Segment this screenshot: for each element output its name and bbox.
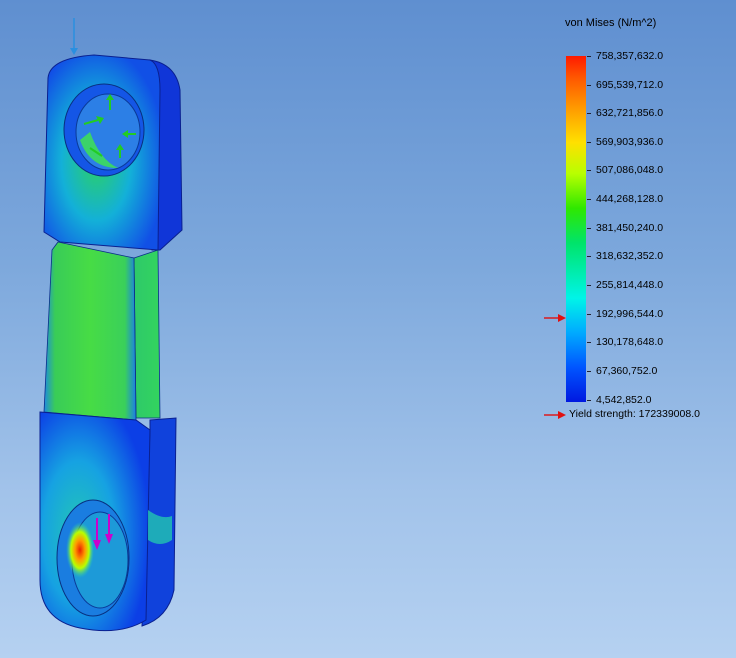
legend-tick [587, 85, 591, 86]
legend-value: 569,903,936.0 [596, 136, 664, 148]
legend-value: 318,632,352.0 [596, 250, 664, 262]
legend-tick [587, 371, 591, 372]
legend-value-max: 758,357,632.0 [596, 50, 664, 62]
legend-title: von Mises (N/m^2) [565, 17, 657, 29]
legend-tick [587, 228, 591, 229]
legend-tick [587, 285, 591, 286]
stress-legend[interactable]: von Mises (N/m^2) 758,357,632.0 695,539,… [540, 10, 730, 430]
legend-tick [587, 314, 591, 315]
legend-value: 381,450,240.0 [596, 222, 664, 234]
legend-value: 130,178,648.0 [596, 336, 664, 348]
legend-tick [587, 113, 591, 114]
legend-tick [587, 170, 591, 171]
yield-strength-label: Yield strength: 172339008.0 [569, 408, 700, 420]
legend-value-min: 4,542,852.0 [596, 394, 652, 406]
legend-value: 507,086,048.0 [596, 164, 664, 176]
legend-tick [587, 400, 591, 401]
legend-tick [587, 256, 591, 257]
legend-value: 255,814,448.0 [596, 279, 664, 291]
yield-strength-row: Yield strength: 172339008.0 [544, 408, 734, 422]
legend-colorbar [566, 56, 586, 402]
legend-value: 695,539,712.0 [596, 79, 664, 91]
legend-value: 192,996,544.0 [596, 308, 664, 320]
legend-tick [587, 199, 591, 200]
rod-shaft [43, 241, 161, 421]
legend-value: 67,360,752.0 [596, 365, 658, 377]
legend-value: 632,721,856.0 [596, 107, 664, 119]
legend-tick [587, 142, 591, 143]
legend-tick [587, 342, 591, 343]
legend-value: 444,268,128.0 [596, 193, 664, 205]
red-arrow-icon [544, 411, 566, 419]
red-arrow-icon [544, 314, 566, 322]
legend-tick [587, 56, 591, 57]
rod-top-end [43, 54, 183, 251]
coordinate-triad-icon [70, 18, 78, 55]
